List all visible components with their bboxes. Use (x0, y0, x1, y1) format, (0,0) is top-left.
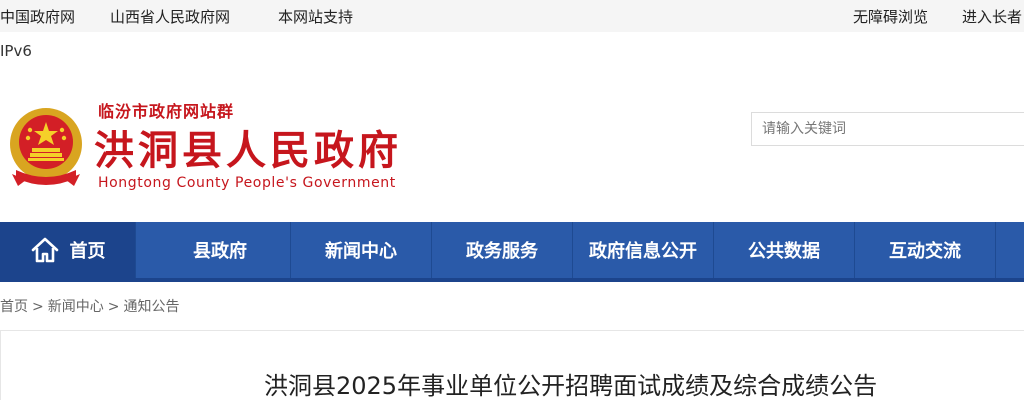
home-icon (31, 237, 58, 263)
ipv6-label: IPv6 (0, 42, 32, 60)
site-title-english: Hongtong County People's Government (98, 175, 396, 191)
nav-item-home[interactable]: 首页 (0, 222, 136, 278)
main-nav: 首页 县政府 新闻中心 政务服务 政府信息公开 公共数据 互动交流 (0, 222, 1024, 282)
article-title: 洪洞县2025年事业单位公开招聘面试成绩及综合成绩公告 (264, 372, 878, 400)
link-china-gov[interactable]: 中国政府网 (0, 6, 75, 27)
link-shanxi-gov[interactable]: 山西省人民政府网 (110, 6, 230, 27)
nav-item-info-disclosure[interactable]: 政府信息公开 (573, 222, 714, 278)
nav-item-news-center[interactable]: 新闻中心 (291, 222, 432, 278)
breadcrumb-news-center[interactable]: 新闻中心 (48, 299, 104, 315)
top-utility-bar: 中国政府网 山西省人民政府网 本网站支持 无障碍浏览 进入长者 (0, 0, 1024, 32)
nav-item-interaction[interactable]: 互动交流 (855, 222, 996, 278)
link-elder-mode[interactable]: 进入长者 (962, 6, 1022, 27)
breadcrumb-separator: > (32, 299, 44, 315)
nav-item-label: 互动交流 (889, 241, 961, 262)
nav-item-label: 政府信息公开 (589, 241, 697, 262)
national-emblem-icon (10, 108, 82, 186)
nav-item-public-data[interactable]: 公共数据 (714, 222, 855, 278)
nav-item-label: 政务服务 (466, 241, 538, 262)
search-input[interactable] (751, 112, 1024, 146)
content-border (0, 331, 1, 400)
link-accessibility[interactable]: 无障碍浏览 (853, 6, 928, 27)
breadcrumb: 首页 > 新闻中心 > 通知公告 (0, 296, 179, 316)
link-site-support[interactable]: 本网站支持 (278, 6, 353, 27)
breadcrumb-notices[interactable]: 通知公告 (123, 299, 179, 315)
nav-item-label: 首页 (69, 241, 106, 262)
nav-item-label: 新闻中心 (325, 241, 397, 262)
nav-item-gov-services[interactable]: 政务服务 (432, 222, 573, 278)
breadcrumb-separator: > (107, 299, 120, 315)
nav-item-label: 县政府 (193, 241, 247, 262)
content-divider (0, 330, 1024, 331)
breadcrumb-home[interactable]: 首页 (0, 299, 28, 315)
nav-item-county-gov[interactable]: 县政府 (150, 222, 291, 278)
site-title[interactable]: 洪洞县人民政府 (94, 118, 402, 176)
nav-item-label: 公共数据 (748, 241, 820, 262)
